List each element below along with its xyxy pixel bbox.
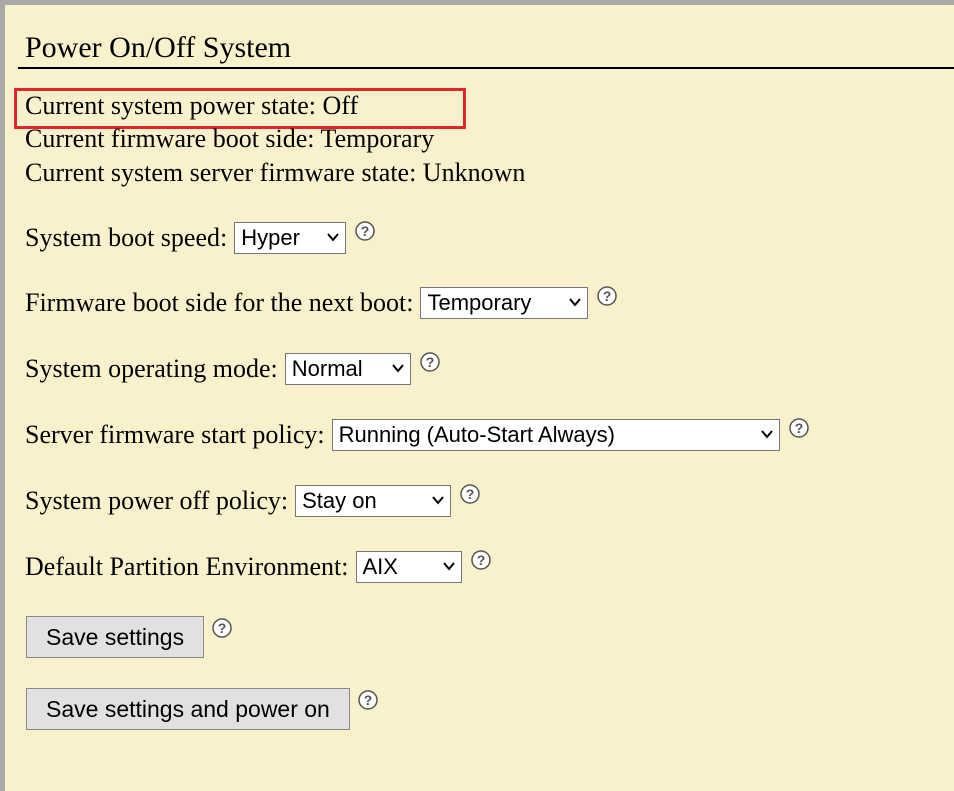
help-icon[interactable]: ? <box>470 550 491 570</box>
operating-mode-row: System operating mode: Normal ? <box>25 352 440 385</box>
boot-speed-select[interactable]: Hyper <box>234 222 347 254</box>
help-icon[interactable]: ? <box>420 352 440 372</box>
help-icon[interactable]: ? <box>597 286 618 306</box>
svg-text:?: ? <box>466 486 475 502</box>
start-policy-value: Running (Auto-Start Always) <box>338 422 615 447</box>
operating-mode-select[interactable]: Normal <box>284 353 411 385</box>
save-row: Save settings ? <box>26 616 232 658</box>
operating-mode-label: System operating mode: <box>25 354 278 383</box>
start-policy-label: Server firmware start policy: <box>25 420 325 449</box>
next-boot-side-value: Temporary <box>427 290 532 315</box>
boot-speed-row: System boot speed: Hyper ? <box>25 221 375 254</box>
firmware-state-text: Current system server firmware state: Un… <box>25 158 526 187</box>
page-frame: Power On/Off System Current system power… <box>0 0 954 791</box>
next-boot-side-row: Firmware boot side for the next boot: Te… <box>25 286 618 319</box>
chevron-down-icon <box>432 496 444 505</box>
partition-env-select[interactable]: AIX <box>355 551 462 583</box>
help-icon[interactable]: ? <box>355 221 375 241</box>
save-power-on-row: Save settings and power on ? <box>26 688 378 730</box>
operating-mode-value: Normal <box>291 356 363 381</box>
svg-text:?: ? <box>218 620 227 636</box>
chevron-down-icon <box>760 430 773 439</box>
help-icon[interactable]: ? <box>460 484 480 504</box>
svg-text:?: ? <box>794 420 803 436</box>
power-off-policy-label: System power off policy: <box>25 486 289 515</box>
chevron-down-icon <box>569 298 582 307</box>
save-and-power-on-button[interactable]: Save settings and power on <box>26 688 350 730</box>
power-off-policy-row: System power off policy: Stay on ? <box>25 484 480 517</box>
power-state-text: Current system power state: Off <box>25 91 359 120</box>
power-off-policy-value: Stay on <box>302 488 377 513</box>
help-icon[interactable]: ? <box>788 418 809 438</box>
svg-text:?: ? <box>603 288 612 304</box>
partition-env-label: Default Partition Environment: <box>25 552 349 581</box>
save-settings-button[interactable]: Save settings <box>26 616 205 658</box>
help-icon[interactable]: ? <box>212 618 232 638</box>
chevron-down-icon <box>327 233 339 242</box>
svg-text:?: ? <box>364 692 373 708</box>
partition-env-row: Default Partition Environment: AIX ? <box>25 550 491 583</box>
svg-text:?: ? <box>476 552 485 568</box>
next-boot-side-select[interactable]: Temporary <box>420 287 589 319</box>
svg-text:?: ? <box>425 354 434 370</box>
power-off-policy-select[interactable]: Stay on <box>295 485 452 517</box>
svg-text:?: ? <box>361 223 370 239</box>
next-boot-side-label: Firmware boot side for the next boot: <box>25 288 414 317</box>
boot-speed-value: Hyper <box>241 225 300 250</box>
boot-side-text: Current firmware boot side: Temporary <box>25 124 435 153</box>
partition-env-value: AIX <box>362 554 398 579</box>
chevron-down-icon <box>442 562 455 571</box>
boot-speed-label: System boot speed: <box>25 223 228 252</box>
help-icon[interactable]: ? <box>358 690 378 710</box>
page-title: Power On/Off System <box>25 31 292 64</box>
start-policy-row: Server firmware start policy: Running (A… <box>25 418 809 451</box>
title-divider <box>18 67 954 69</box>
start-policy-select[interactable]: Running (Auto-Start Always) <box>331 419 780 451</box>
chevron-down-icon <box>391 364 404 373</box>
